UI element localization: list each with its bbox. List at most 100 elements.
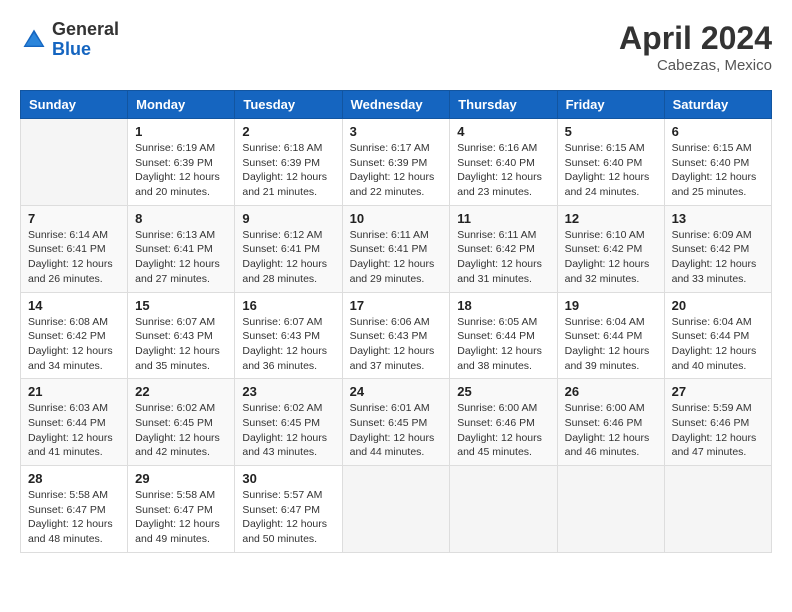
day-info: Sunrise: 6:07 AM Sunset: 6:43 PM Dayligh… <box>135 315 227 374</box>
day-info: Sunrise: 5:58 AM Sunset: 6:47 PM Dayligh… <box>28 488 120 547</box>
calendar-cell: 21 Sunrise: 6:03 AM Sunset: 6:44 PM Dayli… <box>21 379 128 466</box>
calendar-week-5: 28Sunrise: 5:58 AM Sunset: 6:47 PM Dayli… <box>21 466 772 553</box>
calendar-cell: 18 Sunrise: 6:05 AM Sunset: 6:44 PM Dayli… <box>450 292 557 379</box>
calendar-cell: 25 Sunrise: 6:00 AM Sunset: 6:46 PM Dayli… <box>450 379 557 466</box>
calendar-cell: 29 Sunrise: 5:58 AM Sunset: 6:47 PM Dayli… <box>128 466 235 553</box>
calendar-cell: 26 Sunrise: 6:00 AM Sunset: 6:46 PM Dayli… <box>557 379 664 466</box>
weekday-header-sunday: Sunday <box>21 91 128 119</box>
calendar-week-1: 1 Sunrise: 6:19 AM Sunset: 6:39 PM Daylig… <box>21 119 772 206</box>
calendar-table: SundayMondayTuesdayWednesdayThursdayFrid… <box>20 90 772 553</box>
logo-general-text: General <box>52 20 119 40</box>
calendar-cell: 22 Sunrise: 6:02 AM Sunset: 6:45 PM Dayli… <box>128 379 235 466</box>
calendar-cell <box>557 466 664 553</box>
logo-blue-text: Blue <box>52 40 119 60</box>
day-info: Sunrise: 6:19 AM Sunset: 6:39 PM Dayligh… <box>135 141 227 200</box>
day-number: 4 <box>457 124 549 139</box>
day-info: Sunrise: 6:08 AM Sunset: 6:42 PM Dayligh… <box>28 315 120 374</box>
month-year-title: April 2024 <box>619 20 772 57</box>
day-number: 30 <box>242 471 334 486</box>
day-number: 19 <box>565 298 657 313</box>
day-number: 17 <box>350 298 443 313</box>
calendar-week-4: 21 Sunrise: 6:03 AM Sunset: 6:44 PM Dayli… <box>21 379 772 466</box>
day-number: 7 <box>28 211 120 226</box>
day-number: 22 <box>135 384 227 399</box>
day-number: 27 <box>672 384 764 399</box>
weekday-header-saturday: Saturday <box>664 91 771 119</box>
calendar-cell: 28Sunrise: 5:58 AM Sunset: 6:47 PM Dayli… <box>21 466 128 553</box>
day-number: 10 <box>350 211 443 226</box>
calendar-cell: 9 Sunrise: 6:12 AM Sunset: 6:41 PM Daylig… <box>235 205 342 292</box>
day-number: 13 <box>672 211 764 226</box>
calendar-cell: 14 Sunrise: 6:08 AM Sunset: 6:42 PM Dayli… <box>21 292 128 379</box>
calendar-cell: 5Sunrise: 6:15 AM Sunset: 6:40 PM Daylig… <box>557 119 664 206</box>
day-info: Sunrise: 5:58 AM Sunset: 6:47 PM Dayligh… <box>135 488 227 547</box>
day-info: Sunrise: 5:59 AM Sunset: 6:46 PM Dayligh… <box>672 401 764 460</box>
day-number: 21 <box>28 384 120 399</box>
calendar-cell: 3Sunrise: 6:17 AM Sunset: 6:39 PM Daylig… <box>342 119 450 206</box>
day-info: Sunrise: 6:12 AM Sunset: 6:41 PM Dayligh… <box>242 228 334 287</box>
weekday-header-friday: Friday <box>557 91 664 119</box>
calendar-cell: 11Sunrise: 6:11 AM Sunset: 6:42 PM Dayli… <box>450 205 557 292</box>
title-block: April 2024 Cabezas, Mexico <box>619 20 772 74</box>
weekday-header-wednesday: Wednesday <box>342 91 450 119</box>
calendar-cell: 20 Sunrise: 6:04 AM Sunset: 6:44 PM Dayli… <box>664 292 771 379</box>
day-number: 29 <box>135 471 227 486</box>
day-number: 2 <box>242 124 334 139</box>
day-number: 1 <box>135 124 227 139</box>
day-info: Sunrise: 6:07 AM Sunset: 6:43 PM Dayligh… <box>242 315 334 374</box>
day-number: 9 <box>242 211 334 226</box>
day-info: Sunrise: 6:02 AM Sunset: 6:45 PM Dayligh… <box>242 401 334 460</box>
calendar-cell: 2 Sunrise: 6:18 AM Sunset: 6:39 PM Daylig… <box>235 119 342 206</box>
logo-text: General Blue <box>52 20 119 60</box>
logo-icon <box>20 26 48 54</box>
day-number: 3 <box>350 124 443 139</box>
day-number: 16 <box>242 298 334 313</box>
location-subtitle: Cabezas, Mexico <box>619 57 772 74</box>
calendar-cell: 16 Sunrise: 6:07 AM Sunset: 6:43 PM Dayli… <box>235 292 342 379</box>
calendar-cell: 15Sunrise: 6:07 AM Sunset: 6:43 PM Dayli… <box>128 292 235 379</box>
day-info: Sunrise: 6:16 AM Sunset: 6:40 PM Dayligh… <box>457 141 549 200</box>
day-info: Sunrise: 6:04 AM Sunset: 6:44 PM Dayligh… <box>672 315 764 374</box>
day-number: 18 <box>457 298 549 313</box>
calendar-cell <box>342 466 450 553</box>
day-info: Sunrise: 6:00 AM Sunset: 6:46 PM Dayligh… <box>565 401 657 460</box>
day-info: Sunrise: 6:06 AM Sunset: 6:43 PM Dayligh… <box>350 315 443 374</box>
day-info: Sunrise: 6:15 AM Sunset: 6:40 PM Dayligh… <box>672 141 764 200</box>
calendar-cell: 4 Sunrise: 6:16 AM Sunset: 6:40 PM Daylig… <box>450 119 557 206</box>
day-number: 14 <box>28 298 120 313</box>
day-info: Sunrise: 6:01 AM Sunset: 6:45 PM Dayligh… <box>350 401 443 460</box>
day-number: 12 <box>565 211 657 226</box>
day-info: Sunrise: 6:18 AM Sunset: 6:39 PM Dayligh… <box>242 141 334 200</box>
day-number: 24 <box>350 384 443 399</box>
calendar-header: SundayMondayTuesdayWednesdayThursdayFrid… <box>21 91 772 119</box>
day-info: Sunrise: 6:03 AM Sunset: 6:44 PM Dayligh… <box>28 401 120 460</box>
day-info: Sunrise: 6:11 AM Sunset: 6:41 PM Dayligh… <box>350 228 443 287</box>
calendar-cell: 27 Sunrise: 5:59 AM Sunset: 6:46 PM Dayli… <box>664 379 771 466</box>
calendar-week-2: 7 Sunrise: 6:14 AM Sunset: 6:41 PM Daylig… <box>21 205 772 292</box>
day-info: Sunrise: 6:02 AM Sunset: 6:45 PM Dayligh… <box>135 401 227 460</box>
calendar-cell <box>21 119 128 206</box>
day-number: 5 <box>565 124 657 139</box>
day-info: Sunrise: 6:10 AM Sunset: 6:42 PM Dayligh… <box>565 228 657 287</box>
calendar-cell: 23Sunrise: 6:02 AM Sunset: 6:45 PM Dayli… <box>235 379 342 466</box>
calendar-cell: 30Sunrise: 5:57 AM Sunset: 6:47 PM Dayli… <box>235 466 342 553</box>
day-info: Sunrise: 6:09 AM Sunset: 6:42 PM Dayligh… <box>672 228 764 287</box>
calendar-body: 1 Sunrise: 6:19 AM Sunset: 6:39 PM Daylig… <box>21 119 772 553</box>
day-number: 26 <box>565 384 657 399</box>
day-number: 20 <box>672 298 764 313</box>
calendar-cell: 12 Sunrise: 6:10 AM Sunset: 6:42 PM Dayli… <box>557 205 664 292</box>
weekday-header-row: SundayMondayTuesdayWednesdayThursdayFrid… <box>21 91 772 119</box>
day-info: Sunrise: 6:05 AM Sunset: 6:44 PM Dayligh… <box>457 315 549 374</box>
day-number: 8 <box>135 211 227 226</box>
calendar-cell <box>664 466 771 553</box>
calendar-cell: 13 Sunrise: 6:09 AM Sunset: 6:42 PM Dayli… <box>664 205 771 292</box>
day-info: Sunrise: 6:14 AM Sunset: 6:41 PM Dayligh… <box>28 228 120 287</box>
calendar-cell: 19Sunrise: 6:04 AM Sunset: 6:44 PM Dayli… <box>557 292 664 379</box>
calendar-cell: 24 Sunrise: 6:01 AM Sunset: 6:45 PM Dayli… <box>342 379 450 466</box>
logo: General Blue <box>20 20 119 60</box>
day-number: 11 <box>457 211 549 226</box>
day-info: Sunrise: 6:00 AM Sunset: 6:46 PM Dayligh… <box>457 401 549 460</box>
page-header: General Blue April 2024 Cabezas, Mexico <box>20 20 772 74</box>
calendar-cell: 7 Sunrise: 6:14 AM Sunset: 6:41 PM Daylig… <box>21 205 128 292</box>
day-number: 25 <box>457 384 549 399</box>
